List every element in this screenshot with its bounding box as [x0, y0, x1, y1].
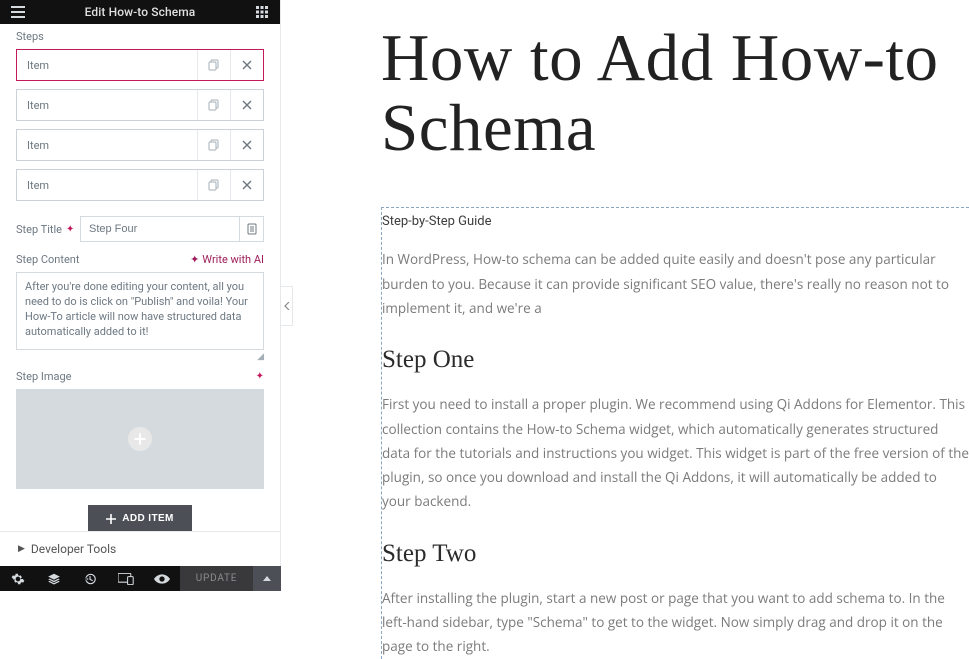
- repeater-item[interactable]: Item: [16, 129, 264, 161]
- preview-icon[interactable]: [144, 566, 180, 591]
- plus-icon: [106, 514, 116, 524]
- panel-header: Edit How-to Schema: [0, 0, 280, 24]
- duplicate-icon[interactable]: [197, 170, 230, 200]
- step-body: After installing the plugin, start a new…: [382, 586, 969, 659]
- panel-title: Edit How-to Schema: [36, 5, 244, 19]
- close-icon[interactable]: [230, 90, 263, 120]
- repeater-item-label: Item: [17, 130, 197, 160]
- chevron-right-icon: ▶: [18, 544, 25, 554]
- update-button[interactable]: UPDATE: [180, 566, 253, 591]
- panel-collapse-handle[interactable]: [281, 286, 293, 326]
- editor-panel: Edit How-to Schema Steps Item Item It: [0, 0, 281, 591]
- menu-icon[interactable]: [0, 6, 36, 18]
- plus-circle-icon: [128, 427, 152, 451]
- steps-label: Steps: [16, 30, 264, 43]
- step-image-label-row: Step Image ✦: [16, 370, 264, 383]
- repeater-item-label: Item: [17, 50, 197, 80]
- step-title-input-wrap: [80, 216, 264, 242]
- publish-options-toggle[interactable]: [253, 566, 281, 591]
- step-content-textarea[interactable]: [16, 272, 264, 350]
- step-body: First you need to install a proper plugi…: [382, 392, 969, 513]
- developer-tools-label: Developer Tools: [31, 542, 116, 556]
- close-icon[interactable]: [230, 170, 263, 200]
- repeater-item[interactable]: Item: [16, 49, 264, 81]
- close-icon[interactable]: [230, 130, 263, 160]
- apps-grid-icon[interactable]: [244, 6, 280, 18]
- page-preview: How to Add How-to Schema Step-by-Step Gu…: [293, 0, 969, 591]
- schema-intro: In WordPress, How-to schema can be added…: [382, 247, 969, 320]
- duplicate-icon[interactable]: [197, 50, 230, 80]
- items-list: Item Item Item Item: [16, 49, 264, 201]
- step-title-input[interactable]: [81, 217, 239, 241]
- navigator-icon[interactable]: [36, 566, 72, 591]
- repeater-item[interactable]: Item: [16, 89, 264, 121]
- resize-handle-icon[interactable]: ◢: [16, 352, 264, 362]
- responsive-icon[interactable]: [108, 566, 144, 591]
- settings-icon[interactable]: [0, 566, 36, 591]
- image-placeholder[interactable]: [16, 389, 264, 489]
- step-title-label: Step Title ✦: [16, 223, 80, 236]
- add-item-label: ADD ITEM: [122, 513, 174, 524]
- panel-content: Steps Item Item Item Item: [0, 30, 280, 560]
- ai-sparkle-icon: ✦: [190, 253, 199, 266]
- dynamic-tags-icon[interactable]: [239, 217, 263, 241]
- step-content-label: Step Content: [16, 253, 79, 266]
- article-title: How to Add How-to Schema: [381, 24, 969, 163]
- repeater-item[interactable]: Item: [16, 169, 264, 201]
- step-title-label-text: Step Title: [16, 223, 62, 236]
- bottom-bar: UPDATE: [0, 566, 281, 591]
- ai-sparkle-icon[interactable]: ✦: [256, 371, 264, 382]
- repeater-item-label: Item: [17, 170, 197, 200]
- ai-sparkle-icon[interactable]: ✦: [66, 224, 74, 235]
- write-with-ai-button[interactable]: ✦ Write with AI: [190, 253, 264, 266]
- close-icon[interactable]: [230, 50, 263, 80]
- duplicate-icon[interactable]: [197, 130, 230, 160]
- duplicate-icon[interactable]: [197, 90, 230, 120]
- step-heading: Step One: [382, 346, 969, 374]
- add-item-button[interactable]: ADD ITEM: [88, 505, 192, 532]
- step-content-label-row: Step Content ✦ Write with AI: [16, 253, 264, 266]
- step-image-label: Step Image: [16, 370, 72, 383]
- history-icon[interactable]: [72, 566, 108, 591]
- schema-subtitle: Step-by-Step Guide: [382, 214, 969, 229]
- step-heading: Step Two: [382, 540, 969, 568]
- repeater-item-label: Item: [17, 90, 197, 120]
- step-title-row: Step Title ✦: [16, 213, 264, 245]
- developer-tools-toggle[interactable]: ▶ Developer Tools: [0, 531, 280, 566]
- write-with-ai-label: Write with AI: [202, 253, 264, 266]
